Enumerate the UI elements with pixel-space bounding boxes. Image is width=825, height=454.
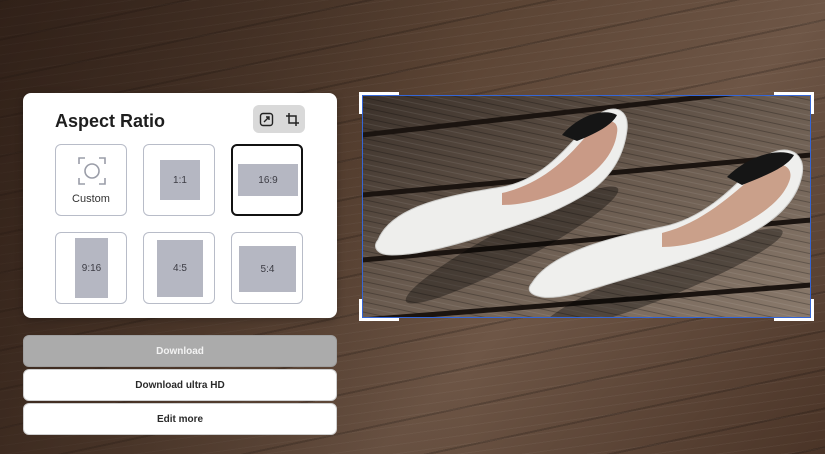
aspect-ratio-panel: Aspect Ratio Custom 1:1 16:9 9:16 4:5 5:… <box>23 93 337 318</box>
cropped-photo[interactable] <box>362 95 811 318</box>
crop-icon <box>285 112 299 126</box>
ratio-option-16-9[interactable]: 16:9 <box>231 144 303 216</box>
edit-more-button[interactable]: Edit more <box>23 403 337 435</box>
ratio-label: 1:1 <box>173 174 187 186</box>
ratio-option-1-1[interactable]: 1:1 <box>143 144 215 216</box>
download-ultra-hd-button[interactable]: Download ultra HD <box>23 369 337 401</box>
panel-title: Aspect Ratio <box>55 111 166 131</box>
focus-frame-icon <box>78 157 106 185</box>
ratio-label: 9:16 <box>81 262 102 274</box>
crop-handle-top-left[interactable] <box>359 92 399 114</box>
crop-handle-bottom-left[interactable] <box>359 299 399 321</box>
ratio-preview: 16:9 <box>238 164 298 196</box>
ratio-option-5-4[interactable]: 5:4 <box>231 232 303 304</box>
crop-handle-top-right[interactable] <box>774 92 814 114</box>
ratio-preview: 4:5 <box>157 240 203 297</box>
tool-group <box>253 105 305 133</box>
crop-handle-bottom-right[interactable] <box>774 299 814 321</box>
ratio-preview: 9:16 <box>75 238 108 298</box>
ratio-option-custom[interactable]: Custom <box>55 144 127 216</box>
ratio-preview: 1:1 <box>160 160 200 200</box>
ratio-label: 16:9 <box>258 174 278 186</box>
ratio-option-4-5[interactable]: 4:5 <box>143 232 215 304</box>
ratio-label: 5:4 <box>260 263 275 275</box>
ratio-option-9-16[interactable]: 9:16 <box>55 232 127 304</box>
ratio-label: Custom <box>72 193 110 205</box>
shoes-photo <box>362 95 811 318</box>
ratio-label: 4:5 <box>173 263 187 274</box>
download-button[interactable]: Download <box>23 335 337 367</box>
ratio-preview: 5:4 <box>239 246 296 292</box>
resize-icon <box>259 112 273 126</box>
resize-button[interactable] <box>257 110 275 128</box>
crop-button[interactable] <box>283 110 301 128</box>
